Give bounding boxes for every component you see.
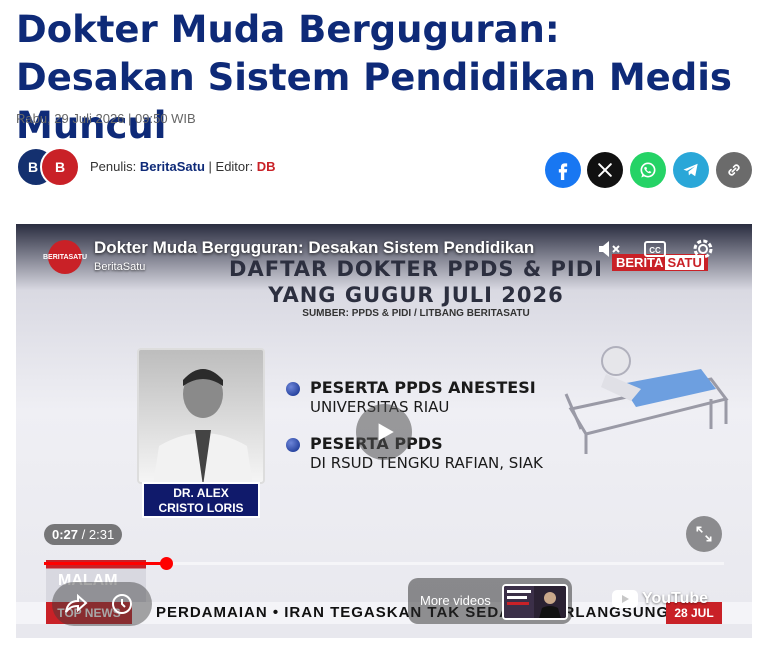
doctor-photo	[137, 348, 265, 484]
frame-source: SUMBER: PPDS & PIDI / LITBANG BERITASATU	[302, 308, 530, 319]
captions-icon: CC	[644, 241, 666, 257]
frame-heading: DAFTAR DOKTER PPDS & PIDI YANG GUGUR JUL…	[166, 256, 666, 308]
victim-2-role: PESERTA PPDS	[310, 434, 443, 453]
name-line2: CRISTO LORIS	[158, 501, 244, 515]
share-whatsapp-button[interactable]	[630, 152, 666, 188]
bullet-icon	[286, 438, 300, 452]
share-telegram-button[interactable]	[673, 152, 709, 188]
watch-later-button[interactable]	[108, 590, 136, 618]
copy-link-button[interactable]	[716, 152, 752, 188]
article-date: Rabu, 29 Juli 2026 | 09:50 WIB	[16, 111, 196, 126]
share-x-button[interactable]	[587, 152, 623, 188]
time-display: 0:27 / 2:31	[44, 524, 123, 545]
youtube-logo[interactable]: YouTube	[612, 590, 708, 608]
video-channel[interactable]: BeritaSatu	[94, 261, 145, 273]
victim-1-role: PESERTA PPDS ANESTESI	[310, 378, 536, 397]
time-separator: /	[81, 527, 86, 542]
victim-item-2: PESERTA PPDS DI RSUD TENGKU RAFIAN, SIAK	[286, 434, 543, 473]
link-icon	[728, 164, 740, 176]
volume-muted-icon	[599, 241, 620, 257]
youtube-label: YouTube	[642, 590, 709, 607]
victim-item-1: PESERTA PPDS ANESTESI UNIVERSITAS RIAU	[286, 378, 536, 417]
play-icon	[378, 423, 394, 441]
progress-scrubber[interactable]	[159, 557, 173, 570]
share-arrow-icon	[65, 593, 88, 613]
channel-logo[interactable]: BERITASATU	[43, 240, 87, 274]
frame-heading-line2: YANG GUGUR JULI 2026	[268, 283, 564, 307]
article-title: Dokter Muda Berguguran: Desakan Sistem P…	[16, 8, 732, 147]
editor-link[interactable]: DB	[257, 159, 276, 174]
x-icon	[598, 163, 612, 177]
editor-label: | Editor:	[208, 159, 254, 174]
play-button[interactable]	[356, 404, 412, 460]
gear-icon	[693, 239, 713, 259]
share-facebook-button[interactable]	[545, 152, 581, 188]
share-video-button[interactable]	[62, 590, 90, 618]
telegram-icon	[683, 163, 698, 177]
writer-label: Penulis:	[90, 159, 137, 174]
video-title[interactable]: Dokter Muda Berguguran: Desakan Sistem P…	[94, 238, 534, 258]
doctor-nameplate: DR. ALEX CRISTO LORIS	[142, 482, 260, 518]
hospital-bed-illustration	[564, 346, 729, 454]
video-player[interactable]: DAFTAR DOKTER PPDS & PIDI YANG GUGUR JUL…	[16, 224, 752, 638]
facebook-icon	[558, 163, 568, 180]
victim-2-place: DI RSUD TENGKU RAFIAN, SIAK	[310, 454, 543, 472]
youtube-play-icon	[612, 590, 638, 608]
clock-icon	[112, 594, 132, 614]
name-line1: DR. ALEX	[173, 486, 229, 500]
fullscreen-icon	[696, 526, 712, 542]
article-credits: Penulis: BeritaSatu | Editor: DB	[90, 159, 276, 174]
more-videos-button[interactable]: More videos	[408, 578, 572, 624]
victim-1-place: UNIVERSITAS RIAU	[310, 398, 450, 416]
frame-heading-line1: DAFTAR DOKTER PPDS & PIDI	[229, 257, 603, 281]
more-videos-label: More videos	[420, 593, 491, 608]
editor-avatar[interactable]: B	[40, 147, 80, 187]
progress-bar[interactable]	[44, 557, 724, 570]
whatsapp-icon	[640, 162, 656, 178]
settings-button[interactable]	[690, 236, 716, 262]
writer-link[interactable]: BeritaSatu	[140, 159, 205, 174]
mute-button[interactable]	[596, 236, 622, 262]
current-time: 0:27	[52, 527, 79, 542]
duration: 2:31	[88, 527, 115, 542]
svg-text:CC: CC	[649, 246, 661, 255]
more-videos-thumbnail	[502, 584, 568, 620]
fullscreen-button[interactable]	[686, 516, 722, 552]
bullet-icon	[286, 382, 300, 396]
progress-played	[44, 562, 166, 565]
captions-button[interactable]: CC	[642, 236, 668, 262]
